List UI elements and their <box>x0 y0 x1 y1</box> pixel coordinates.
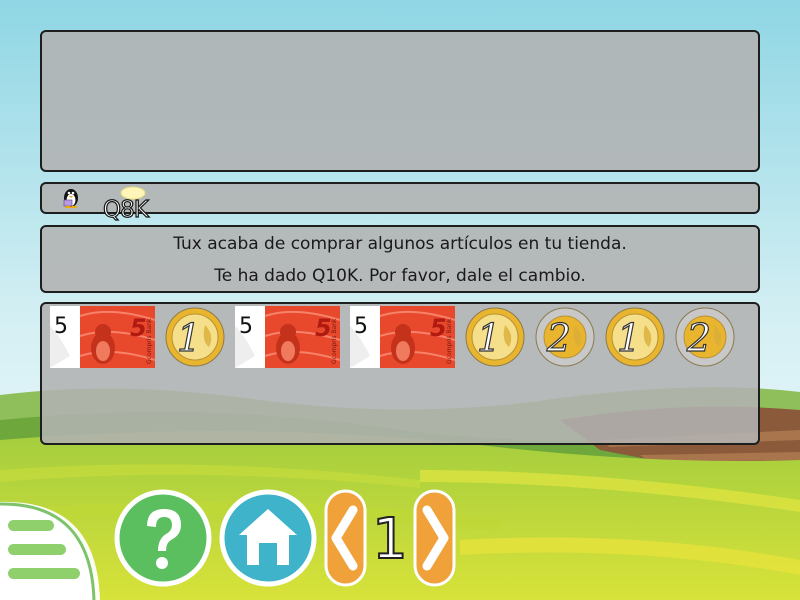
bill-bank-name: Gcompris Bank <box>146 318 153 364</box>
bill-value: 5 <box>430 314 447 342</box>
bill-value: 5 <box>315 314 332 342</box>
bill-bank-name: Gcompris Bank <box>446 318 453 364</box>
bill-bank-name: Gcompris Bank <box>331 318 338 364</box>
level-number: 1 <box>371 506 409 573</box>
bill-corner-value: 5 <box>354 314 368 339</box>
coin-1-item[interactable]: 1 <box>465 307 525 367</box>
coin-value: 1 <box>617 316 641 360</box>
coin-value: 2 <box>686 316 711 360</box>
instruction-panel: Tux acaba de comprar algunos artículos e… <box>40 225 760 293</box>
customer-panel <box>40 182 760 214</box>
bill-5-item[interactable]: 5 5 Gcompris Bank <box>350 306 455 368</box>
coin-value: 1 <box>477 316 501 360</box>
help-icon[interactable] <box>114 489 212 587</box>
next-icon[interactable] <box>412 488 457 588</box>
bill-5-item[interactable]: 5 5 Gcompris Bank <box>235 306 340 368</box>
bill-value: 5 <box>130 314 147 342</box>
bill-corner-value: 5 <box>54 314 68 339</box>
home-icon[interactable] <box>219 489 317 587</box>
previous-icon[interactable] <box>323 488 368 588</box>
coin-2-item[interactable]: 2 <box>675 307 735 367</box>
coin-1-item[interactable]: 1 <box>165 307 225 367</box>
bill-5-item[interactable]: 5 5 Gcompris Bank <box>50 306 155 368</box>
menu-icon[interactable] <box>0 498 102 600</box>
bill-corner-value: 5 <box>239 314 253 339</box>
tux-icon <box>63 189 78 208</box>
coin-value: 1 <box>177 316 201 360</box>
coin-2-item[interactable]: 2 <box>535 307 595 367</box>
coin-value: 2 <box>546 316 571 360</box>
target-area-panel <box>40 30 760 172</box>
instruction-line-1: Tux acaba de comprar algunos artículos e… <box>173 234 627 254</box>
price-label: Q8K <box>102 196 149 223</box>
instruction-line-2: Te ha dado Q10K. Por favor, dale el camb… <box>214 266 586 286</box>
coin-1-item[interactable]: 1 <box>605 307 665 367</box>
